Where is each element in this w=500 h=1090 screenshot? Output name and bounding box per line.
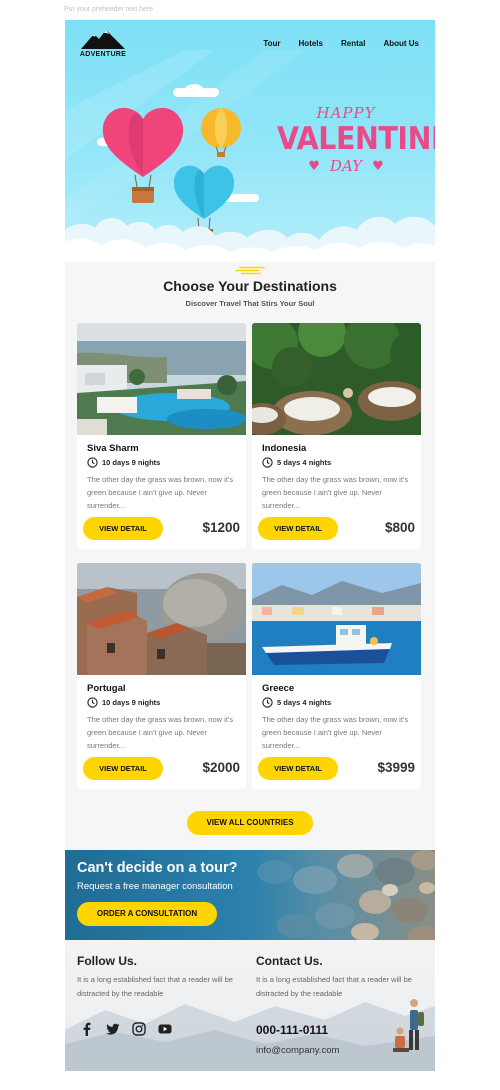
card-duration-text: 10 days 9 nights	[102, 698, 161, 707]
vday-happy: HAPPY	[316, 104, 376, 122]
card-duration-text: 10 days 9 nights	[102, 458, 161, 467]
email-container: ADVENTURE Tour Hotels Rental About Us HA…	[65, 20, 435, 1071]
contact-phone[interactable]: 000-111-0111	[256, 1023, 328, 1037]
clock-icon	[87, 457, 98, 468]
order-consultation-button[interactable]: ORDER A CONSULTATION	[77, 902, 217, 926]
destination-card: Portugal 10 days 9 nights The other day …	[77, 563, 246, 789]
harbor-boat-photo	[252, 563, 421, 675]
resort-pool-photo	[77, 323, 246, 435]
card-description: The other day the grass was brown, now i…	[87, 715, 234, 750]
contact-us-title: Contact Us.	[256, 954, 323, 968]
clock-icon	[262, 457, 273, 468]
cta-subtitle: Request a free manager consultation	[77, 881, 233, 892]
footer: Follow Us. It is a long established fact…	[65, 940, 435, 1071]
vday-day-row: ♥ DAY ♥	[271, 157, 421, 175]
card-price: $2000	[202, 760, 240, 775]
hero-banner: ADVENTURE Tour Hotels Rental About Us HA…	[65, 20, 435, 262]
clock-icon	[87, 697, 98, 708]
card-description: The other day the grass was brown, now i…	[262, 715, 409, 750]
youtube-icon[interactable]	[158, 1022, 172, 1036]
card-destination-name: Greece	[262, 683, 295, 694]
cta-title: Can't decide on a tour?	[77, 860, 238, 876]
view-detail-button[interactable]: VIEW DETAIL	[83, 757, 163, 780]
title-decoration-icon	[235, 266, 265, 275]
card-destination-name: Siva Sharm	[87, 443, 139, 454]
destination-card: Indonesia 5 days 4 nights The other day …	[252, 323, 421, 549]
contact-email[interactable]: info@company.com	[256, 1045, 339, 1056]
card-price: $1200	[202, 520, 240, 535]
social-links	[80, 1022, 172, 1036]
mountain-icon	[81, 30, 125, 49]
jungle-lounge-photo	[252, 323, 421, 435]
consultation-banner: Can't decide on a tour? Request a free m…	[65, 850, 435, 940]
card-destination-name: Portugal	[87, 683, 126, 694]
nav-hotels[interactable]: Hotels	[299, 39, 323, 48]
cloud-bank	[65, 216, 435, 262]
section-title: Choose Your Destinations	[163, 278, 337, 294]
preheader-text: Put your preheader text here	[64, 6, 154, 13]
nav-tour[interactable]: Tour	[263, 39, 280, 48]
card-duration-text: 5 days 4 nights	[277, 698, 332, 707]
instagram-icon[interactable]	[132, 1022, 146, 1036]
view-all-countries-button[interactable]: VIEW ALL COUNTRIES	[187, 811, 313, 835]
destination-card: Siva Sharm 10 days 9 nights The other da…	[77, 323, 246, 549]
cloud	[185, 84, 203, 94]
card-destination-name: Indonesia	[262, 443, 307, 454]
view-detail-button[interactable]: VIEW DETAIL	[83, 517, 163, 540]
destination-image-portugal[interactable]	[77, 563, 246, 675]
card-duration: 10 days 9 nights	[87, 697, 160, 708]
top-nav: Tour Hotels Rental About Us	[263, 39, 435, 48]
stone-village-photo	[77, 563, 246, 675]
section-subtitle: Discover Travel That Stirs Your Soul	[185, 299, 315, 308]
destination-image-greece[interactable]	[252, 563, 421, 675]
destination-image-siva-sharm[interactable]	[77, 323, 246, 435]
card-description: The other day the grass was brown, now i…	[87, 475, 234, 510]
facebook-icon[interactable]	[80, 1022, 94, 1036]
vday-valentines: VALENTINE'S	[277, 121, 435, 157]
destination-image-indonesia[interactable]	[252, 323, 421, 435]
card-duration: 5 days 4 nights	[262, 697, 331, 708]
card-duration: 10 days 9 nights	[87, 457, 160, 468]
nav-rental[interactable]: Rental	[341, 39, 365, 48]
vday-day: DAY	[329, 157, 363, 175]
view-detail-button[interactable]: VIEW DETAIL	[258, 517, 338, 540]
clock-icon	[262, 697, 273, 708]
follow-us-text: It is a long established fact that a rea…	[77, 975, 233, 998]
heart-icon: ♥	[308, 158, 320, 174]
yellow-balloon-icon	[201, 108, 241, 157]
valentines-day-lettering: HAPPY VALENTINE'S ♥ DAY ♥	[271, 104, 435, 175]
heart-icon: ♥	[372, 158, 384, 174]
twitter-icon[interactable]	[106, 1022, 120, 1036]
card-description: The other day the grass was brown, now i…	[262, 475, 409, 510]
nav-about-us[interactable]: About Us	[383, 39, 419, 48]
contact-us-text: It is a long established fact that a rea…	[256, 975, 412, 998]
card-price: $3999	[377, 760, 415, 775]
card-duration: 5 days 4 nights	[262, 457, 331, 468]
card-price: $800	[384, 520, 415, 535]
follow-us-title: Follow Us.	[77, 954, 137, 968]
card-duration-text: 5 days 4 nights	[277, 458, 332, 467]
view-detail-button[interactable]: VIEW DETAIL	[258, 757, 338, 780]
destination-card: Greece 5 days 4 nights The other day the…	[252, 563, 421, 789]
